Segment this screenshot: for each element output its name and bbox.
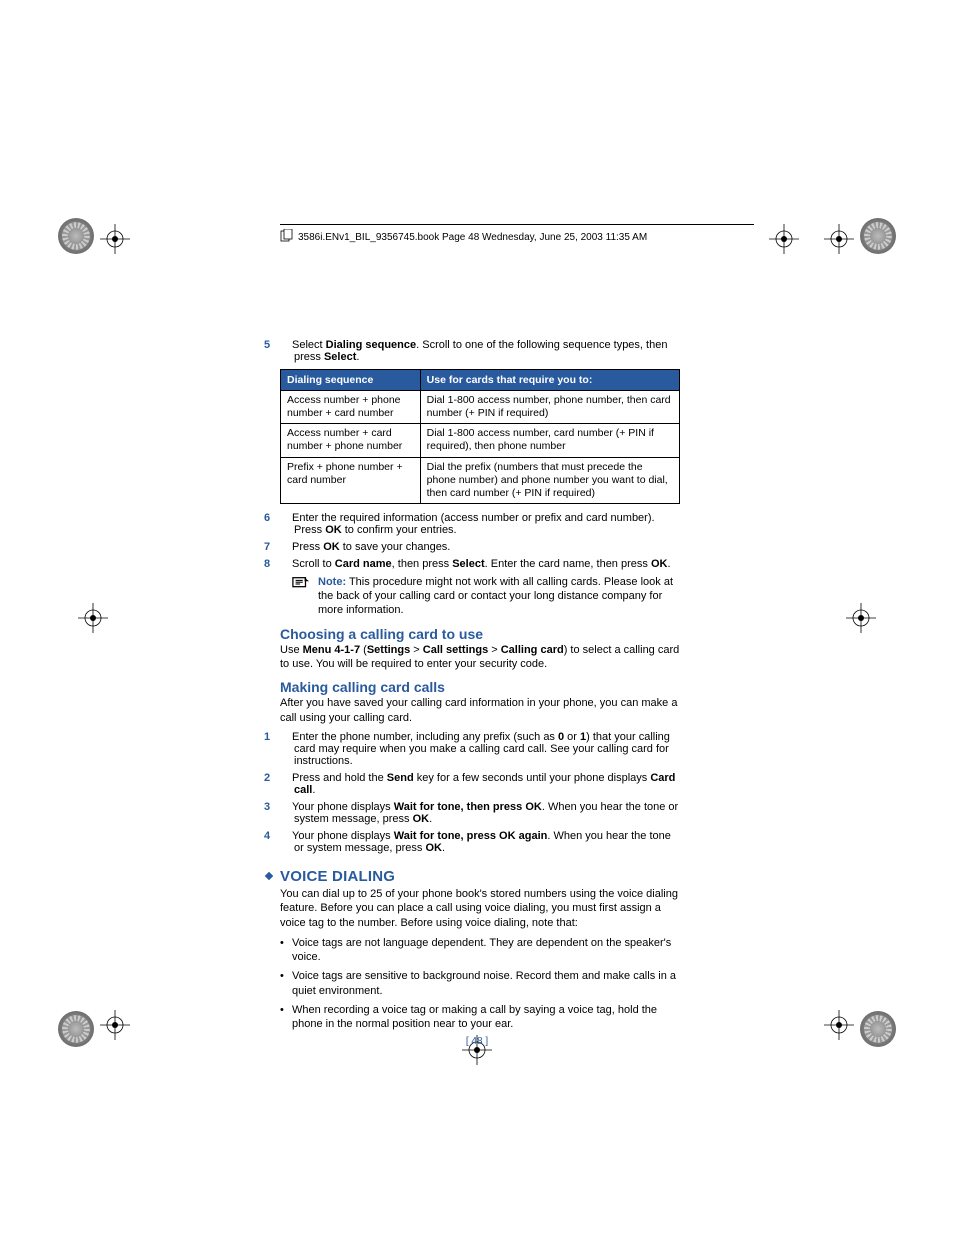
list-item: Voice tags are not language dependent. T… <box>280 936 680 965</box>
step-number: 8 <box>278 558 292 570</box>
step-number: 1 <box>278 731 292 743</box>
page-content: 5Select Dialing sequence. Scroll to one … <box>280 339 680 1037</box>
list-item: When recording a voice tag or making a c… <box>280 1003 680 1032</box>
section-title: VOICE DIALING <box>280 868 395 885</box>
table-row: Access number + card number + phone numb… <box>281 424 680 457</box>
table-row: Access number + phone number + card numb… <box>281 391 680 424</box>
step-8: 8Scroll to Card name, then press Select.… <box>280 558 680 570</box>
step-number: 2 <box>278 772 292 784</box>
book-header: 3586i.ENv1_BIL_9356745.book Page 48 Wedn… <box>280 224 754 249</box>
table-cell: Dial 1-800 access number, card number (+… <box>420 424 679 457</box>
registration-mark-icon <box>846 603 876 633</box>
section-voice-dialing: VOICE DIALING <box>280 868 680 885</box>
step-6: 6Enter the required information (access … <box>280 512 680 536</box>
note-block: Note: This procedure might not work with… <box>280 575 680 618</box>
registration-mark-icon <box>100 224 130 254</box>
list-item: Voice tags are sensitive to background n… <box>280 969 680 998</box>
step-number: 4 <box>278 830 292 842</box>
registration-mark-icon <box>78 603 108 633</box>
step-number: 5 <box>278 339 292 351</box>
making-step-4: 4Your phone displays Wait for tone, pres… <box>280 830 680 854</box>
making-step-2: 2Press and hold the Send key for a few s… <box>280 772 680 796</box>
registration-mark-icon <box>769 224 799 254</box>
voice-intro: You can dial up to 25 of your phone book… <box>280 887 680 930</box>
crop-corner-icon <box>860 218 896 254</box>
step-7: 7Press OK to save your changes. <box>280 541 680 553</box>
table-header: Use for cards that require you to: <box>420 370 679 391</box>
step-number: 7 <box>278 541 292 553</box>
choose-text: Use Menu 4-1-7 (Settings > Call settings… <box>280 643 680 672</box>
section-bullet-icon <box>265 872 273 880</box>
heading-making: Making calling card calls <box>280 679 680 695</box>
step-number: 6 <box>278 512 292 524</box>
registration-mark-icon <box>824 224 854 254</box>
table-row: Prefix + phone number + card number Dial… <box>281 457 680 503</box>
framemaker-icon <box>280 229 294 243</box>
table-cell: Dial the prefix (numbers that must prece… <box>420 457 679 503</box>
making-intro: After you have saved your calling card i… <box>280 696 680 725</box>
table-header-row: Dialing sequence Use for cards that requ… <box>281 370 680 391</box>
table-cell: Access number + phone number + card numb… <box>281 391 421 424</box>
table-header: Dialing sequence <box>281 370 421 391</box>
note-icon <box>292 575 310 592</box>
dialing-sequence-table: Dialing sequence Use for cards that requ… <box>280 369 680 504</box>
making-step-1: 1Enter the phone number, including any p… <box>280 731 680 767</box>
header-text: 3586i.ENv1_BIL_9356745.book Page 48 Wedn… <box>298 232 647 243</box>
table-cell: Prefix + phone number + card number <box>281 457 421 503</box>
table-cell: Dial 1-800 access number, phone number, … <box>420 391 679 424</box>
step-5: 5Select Dialing sequence. Scroll to one … <box>280 339 680 363</box>
making-step-3: 3Your phone displays Wait for tone, then… <box>280 801 680 825</box>
heading-choosing: Choosing a calling card to use <box>280 626 680 642</box>
note-text: Note: This procedure might not work with… <box>318 575 680 618</box>
crop-corner-icon <box>58 218 94 254</box>
table-cell: Access number + card number + phone numb… <box>281 424 421 457</box>
voice-bullet-list: Voice tags are not language dependent. T… <box>280 936 680 1032</box>
page-number: [ 48 ] <box>0 1036 954 1047</box>
step-number: 3 <box>278 801 292 813</box>
